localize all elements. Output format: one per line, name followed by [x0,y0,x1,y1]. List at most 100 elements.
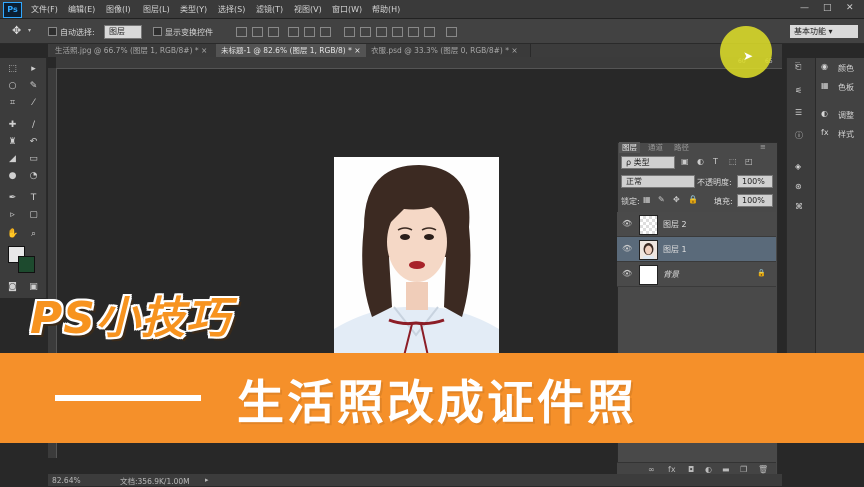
menu-view[interactable]: 视图(V) [294,4,322,15]
crop-tool-icon[interactable]: ⌗ [7,99,18,108]
styles-icon[interactable]: fx [821,128,829,137]
distribute-top-icon[interactable] [344,27,355,37]
align-hcenter-icon[interactable] [304,27,315,37]
move-tool-icon[interactable]: ▸ [28,65,39,74]
delete-layer-icon[interactable]: 🗑 [758,465,768,474]
healing-brush-tool-icon[interactable]: ✚ [7,121,18,130]
close-window-button[interactable]: ✕ [846,3,854,13]
history-brush-tool-icon[interactable]: ↶ [28,138,39,147]
auto-align-icon[interactable] [446,27,457,37]
filter-type-icon[interactable]: T [713,157,718,166]
menu-window[interactable]: 窗口(W) [332,4,362,15]
align-vcenter-icon[interactable] [252,27,263,37]
brush-preset-icon[interactable]: ⚟ [795,86,802,95]
channels-panel-icon[interactable]: ⊛ [795,182,802,191]
align-right-icon[interactable] [320,27,331,37]
panel-label-swatches[interactable]: 色板 [838,82,854,93]
dodge-tool-icon[interactable]: ◔ [28,172,39,181]
menu-file[interactable]: 文件(F) [31,4,58,15]
layer-filter-dropdown[interactable]: ρ 类型 [621,156,675,169]
menu-select[interactable]: 选择(S) [218,4,245,15]
paths-panel-icon[interactable]: ⌘ [795,202,803,211]
distribute-vcenter-icon[interactable] [360,27,371,37]
info-icon[interactable]: ⓘ [795,130,803,141]
brush-tool-icon[interactable]: ∕ [28,121,39,130]
align-bottom-icon[interactable] [268,27,279,37]
history-icon[interactable]: ⎗ [795,62,801,72]
tab-close-icon[interactable]: × [201,46,207,55]
quick-selection-tool-icon[interactable]: ✎ [28,82,39,91]
new-layer-icon[interactable]: ❐ [740,465,747,474]
lock-transparent-icon[interactable]: ▦ [643,195,651,204]
zoom-level[interactable]: 82.64% [52,476,81,485]
link-layers-icon[interactable]: ∞ [648,465,655,474]
tab-close-icon[interactable]: × [354,46,360,55]
tab-channels[interactable]: 通道 [645,142,666,153]
blend-mode-dropdown[interactable]: 正常 [621,175,695,188]
horizontal-ruler[interactable] [56,57,782,69]
maximize-button[interactable]: □ [823,3,832,13]
tab-clothes-psd[interactable]: 衣服.psd @ 33.3% (图层 0, RGB/8#) * × [366,44,531,57]
adjustment-layer-icon[interactable]: ◐ [705,465,712,474]
zoom-tool-icon[interactable]: ⌕ [28,230,39,239]
pen-tool-icon[interactable]: ✒ [7,194,18,203]
swatches-icon[interactable]: ▦ [821,81,829,90]
color-icon[interactable]: ◉ [821,62,828,71]
rectangle-tool-icon[interactable]: ▢ [28,211,39,220]
layer-style-icon[interactable]: fx [668,465,676,474]
tab-life-photo[interactable]: 生活照.jpg @ 66.7% (图层 1, RGB/8#) * × [50,44,219,57]
move-tool-icon[interactable]: ✥ [12,24,21,37]
tab-layers[interactable]: 图层 [619,142,640,153]
layer-row-background[interactable]: 👁 背景 🔒 [617,262,776,287]
filter-adjust-icon[interactable]: ◐ [697,157,704,166]
gradient-tool-icon[interactable]: ▭ [28,155,39,164]
lock-all-icon[interactable]: 🔒 [688,195,698,204]
lock-position-icon[interactable]: ✥ [673,195,680,204]
visibility-eye-icon[interactable]: 👁 [622,269,632,278]
eraser-tool-icon[interactable]: ◢ [7,155,18,164]
background-color-swatch[interactable] [18,256,35,273]
panel-label-color[interactable]: 颜色 [838,63,854,74]
add-mask-icon[interactable]: ◘ [688,465,694,474]
clone-stamp-tool-icon[interactable]: ♜ [7,138,18,147]
tab-close-icon[interactable]: × [511,46,517,55]
lasso-tool-icon[interactable]: ○ [7,82,18,91]
tab-untitled-1[interactable]: 未标题-1 @ 82.6% (图层 1, RGB/8) * × [216,44,369,57]
show-transform-checkbox[interactable] [153,27,162,36]
eyedropper-tool-icon[interactable]: ⁄ [28,99,39,108]
new-group-icon[interactable]: ▬ [722,465,730,474]
menu-layer[interactable]: 图层(L) [143,4,170,15]
panel-label-styles[interactable]: 样式 [838,129,854,140]
distribute-left-icon[interactable] [392,27,403,37]
distribute-right-icon[interactable] [424,27,435,37]
path-selection-tool-icon[interactable]: ▹ [7,211,18,220]
marquee-tool-icon[interactable]: ⬚ [7,65,18,74]
menu-edit[interactable]: 编辑(E) [68,4,95,15]
layer-row-layer1[interactable]: 👁 图层 1 [617,237,776,262]
status-menu-arrow-icon[interactable]: ▸ [205,476,209,484]
tab-paths[interactable]: 路径 [671,142,692,153]
properties-icon[interactable]: ☰ [795,108,802,117]
minimize-button[interactable]: — [800,3,809,13]
visibility-eye-icon[interactable]: 👁 [622,244,632,253]
auto-select-checkbox[interactable] [48,27,57,36]
menu-type[interactable]: 类型(Y) [180,4,207,15]
align-top-icon[interactable] [236,27,247,37]
filter-shape-icon[interactable]: ⬚ [729,157,737,166]
panel-label-adjustments[interactable]: 调整 [838,110,854,121]
blur-tool-icon[interactable]: ● [7,172,18,181]
filter-smart-icon[interactable]: ◰ [745,157,753,166]
opacity-input[interactable]: 100% [737,175,773,188]
canvas-document[interactable] [334,157,499,356]
tool-preset-dropdown-icon[interactable]: ▾ [28,27,31,34]
menu-filter[interactable]: 滤镜(T) [256,4,283,15]
adjustments-icon[interactable]: ◐ [821,109,828,118]
auto-select-dropdown[interactable]: 图层 [104,25,142,39]
fill-input[interactable]: 100% [737,194,773,207]
quick-mask-icon[interactable]: ◙ [7,283,18,292]
layers-panel-icon[interactable]: ◈ [795,162,801,171]
workspace-switcher[interactable]: 基本功能 ▾ [790,25,858,38]
filter-pixel-icon[interactable]: ▣ [681,157,689,166]
panel-menu-icon[interactable]: ≡ [760,143,766,151]
menu-image[interactable]: 图像(I) [106,4,131,15]
